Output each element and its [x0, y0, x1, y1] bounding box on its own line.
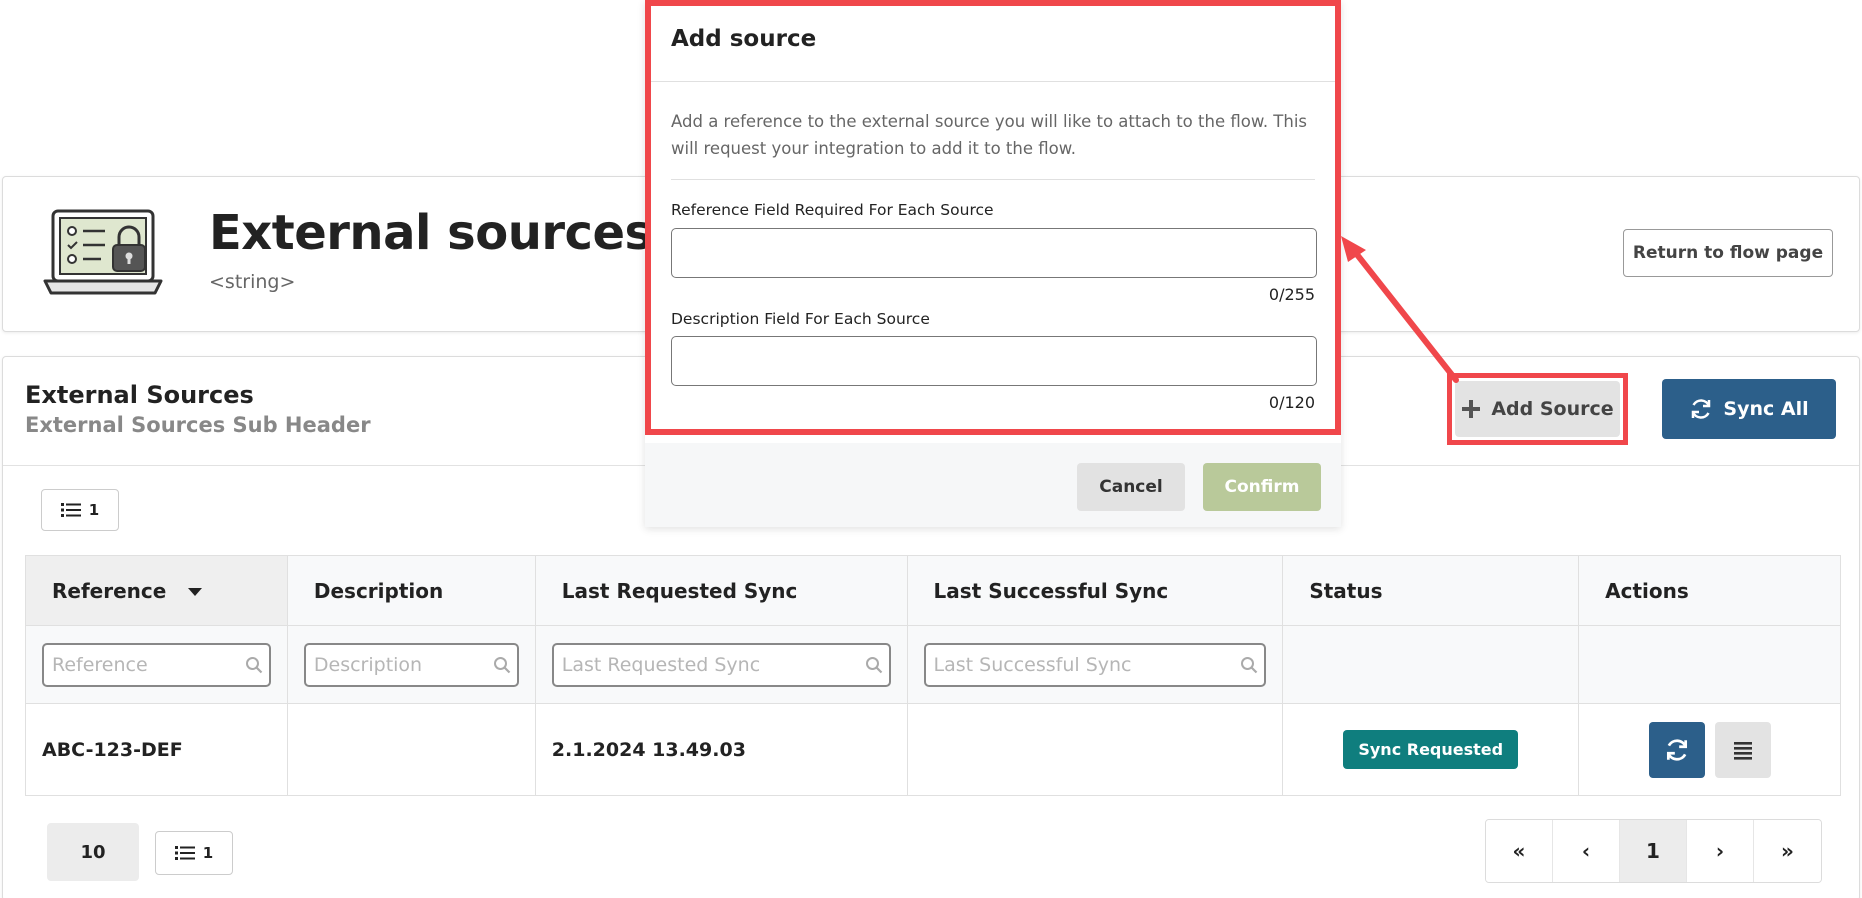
- last-requested-sync-filter-box: [551, 642, 891, 687]
- reference-field-label: Reference Field Required For Each Source: [671, 201, 994, 219]
- description-field-label: Description Field For Each Source: [671, 310, 930, 328]
- footer-list-count[interactable]: 1: [155, 831, 233, 875]
- sync-icon: [1666, 738, 1687, 761]
- page-subtitle: <string>: [209, 271, 296, 293]
- column-header-last-successful-sync[interactable]: Last Successful Sync: [906, 555, 1284, 626]
- description-field-input[interactable]: [671, 336, 1317, 386]
- reference-char-counter: 0/255: [1268, 285, 1315, 304]
- sync-all-label: Sync All: [1723, 398, 1809, 420]
- modal-description: Add a reference to the external source y…: [671, 112, 1308, 158]
- table-filter-row: [25, 625, 1841, 704]
- cell-actions: [1578, 703, 1841, 796]
- current-page-button[interactable]: 1: [1620, 820, 1687, 882]
- modal-divider: [645, 81, 1341, 82]
- search-icon: [493, 656, 511, 673]
- laptop-lock-icon: [43, 209, 163, 295]
- column-header-actions: Actions: [1578, 555, 1841, 626]
- page-size-select[interactable]: 10: [47, 823, 139, 881]
- column-header-status[interactable]: Status: [1282, 555, 1580, 626]
- search-icon: [1241, 656, 1258, 673]
- list-icon: [174, 846, 195, 860]
- modal-footer: Cancel Confirm: [645, 443, 1341, 527]
- description-filter-box: [303, 642, 519, 687]
- reference-filter-box: [42, 642, 271, 687]
- cell-last-requested-sync: 2.1.2024 13.49.03: [534, 703, 908, 796]
- pagination: « ‹ 1 › »: [1485, 819, 1822, 883]
- list-icon: [60, 503, 81, 517]
- table-header-row: Reference Description Last Requested Syn…: [25, 555, 1841, 626]
- confirm-button[interactable]: Confirm: [1203, 463, 1321, 511]
- sources-table: Reference Description Last Requested Syn…: [25, 555, 1841, 796]
- cell-last-successful-sync: [906, 703, 1284, 796]
- cancel-button[interactable]: Cancel: [1077, 463, 1185, 511]
- last-successful-sync-filter-box: [923, 642, 1267, 687]
- last-successful-sync-filter-input[interactable]: [925, 644, 1265, 685]
- cell-reference: ABC-123-DEF: [25, 703, 288, 796]
- search-icon: [865, 656, 882, 673]
- page-title: External sources: [209, 205, 653, 261]
- last-page-button[interactable]: »: [1754, 820, 1821, 882]
- menu-icon: [1733, 741, 1752, 760]
- section-subtitle: External Sources Sub Header: [25, 413, 371, 437]
- status-filter-cell: [1282, 625, 1580, 704]
- modal-divider: [671, 179, 1315, 180]
- next-page-button[interactable]: ›: [1687, 820, 1754, 882]
- reference-field-input[interactable]: [671, 228, 1317, 278]
- add-source-highlight-box: [1447, 373, 1628, 445]
- row-menu-button[interactable]: [1714, 721, 1771, 778]
- reference-filter-input[interactable]: [44, 644, 269, 685]
- last-requested-sync-filter-input[interactable]: [553, 644, 889, 685]
- description-char-counter: 0/120: [1268, 393, 1315, 412]
- add-source-modal: Add source Add a reference to the extern…: [645, 0, 1341, 527]
- column-header-description[interactable]: Description: [286, 555, 536, 626]
- column-list-toggle[interactable]: 1: [41, 489, 119, 531]
- column-header-reference[interactable]: Reference: [25, 555, 288, 626]
- section-title: External Sources: [25, 381, 254, 409]
- table-row: ABC-123-DEF 2.1.2024 13.49.03 Sync Reque…: [25, 703, 1841, 796]
- previous-page-button[interactable]: ‹: [1553, 820, 1620, 882]
- status-badge: Sync Requested: [1343, 730, 1519, 769]
- sync-icon: [1692, 399, 1711, 419]
- sync-all-button[interactable]: Sync All: [1662, 379, 1836, 439]
- description-filter-input[interactable]: [305, 644, 517, 685]
- row-sync-button[interactable]: [1648, 721, 1705, 778]
- search-icon: [245, 656, 263, 673]
- actions-filter-cell: [1578, 625, 1841, 704]
- cell-status: Sync Requested: [1282, 703, 1580, 796]
- footer-count-value: 1: [202, 844, 214, 862]
- sort-caret-icon: [188, 588, 203, 596]
- cell-description: [286, 703, 536, 796]
- first-page-button[interactable]: «: [1486, 820, 1553, 882]
- column-header-last-requested-sync[interactable]: Last Requested Sync: [534, 555, 908, 626]
- return-to-flow-button[interactable]: Return to flow page: [1623, 229, 1833, 277]
- modal-title: Add source: [671, 26, 817, 52]
- list-count: 1: [88, 501, 100, 519]
